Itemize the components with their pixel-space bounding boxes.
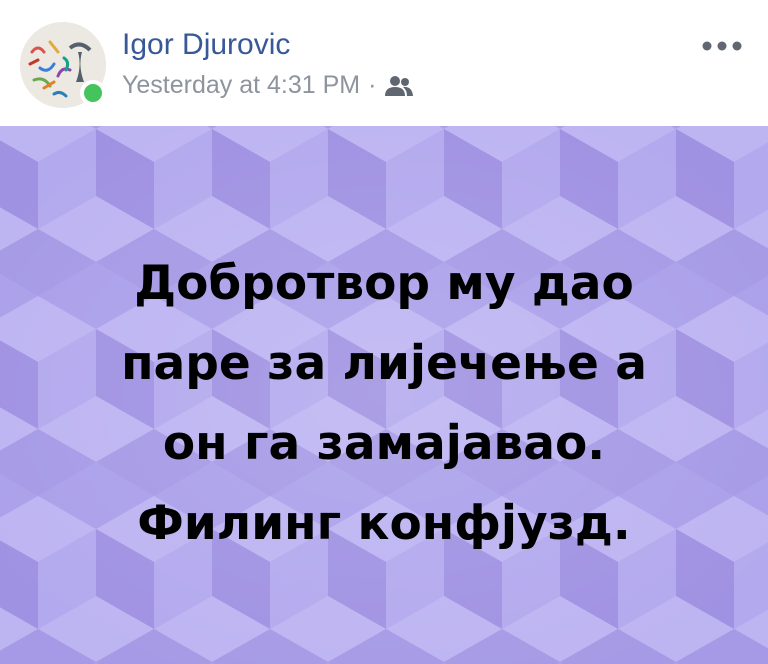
post-text-line: паре за лијечење а bbox=[121, 336, 647, 391]
post-header: Igor Djurovic Yesterday at 4:31 PM · bbox=[0, 0, 768, 126]
post-text-line: Добротвор му дао bbox=[134, 256, 634, 311]
post-image-background[interactable]: Добротвор му дао паре за лијечење а он г… bbox=[0, 126, 768, 664]
post-text-line: он га замајавао. bbox=[162, 416, 606, 471]
friends-icon[interactable] bbox=[384, 75, 414, 97]
post-timestamp[interactable]: Yesterday at 4:31 PM bbox=[122, 71, 360, 100]
post-meta: Yesterday at 4:31 PM · bbox=[122, 71, 414, 100]
post-text-line: Филинг конфјузд. bbox=[137, 496, 631, 551]
author-name[interactable]: Igor Djurovic bbox=[122, 28, 290, 62]
post-text: Добротвор му дао паре за лијечење а он г… bbox=[0, 244, 768, 564]
more-options-icon[interactable] bbox=[700, 34, 744, 58]
meta-separator: · bbox=[368, 71, 377, 99]
online-status-indicator bbox=[80, 80, 106, 106]
